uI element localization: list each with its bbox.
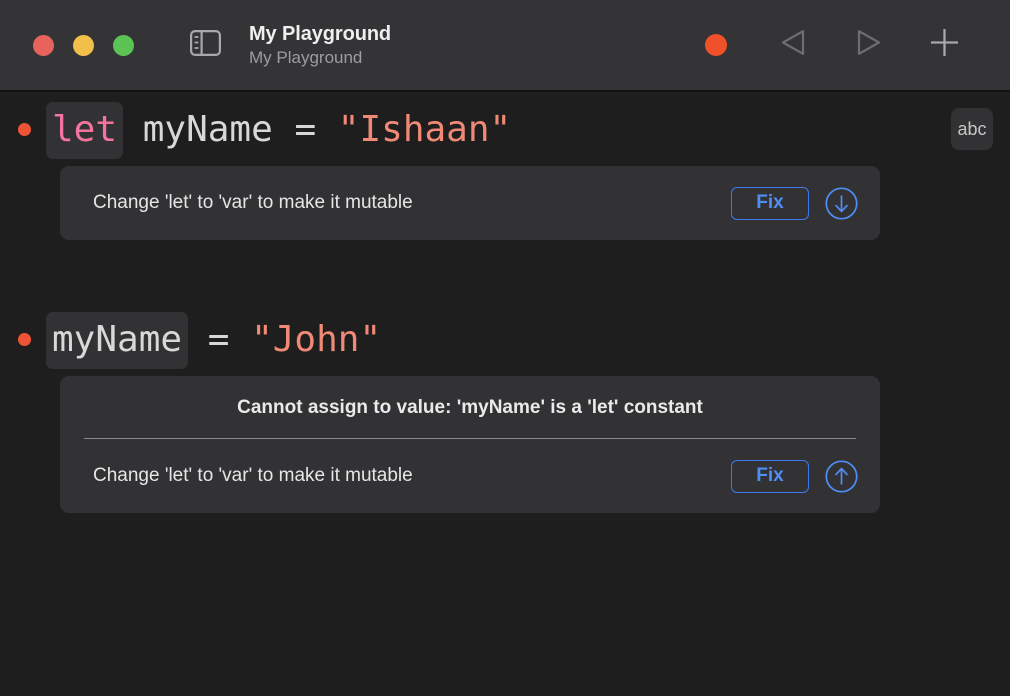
plus-icon: [928, 26, 961, 64]
page-title: My Playground: [249, 23, 391, 46]
arrow-down-circle-icon[interactable]: [825, 187, 858, 220]
traffic-light-group: [33, 35, 134, 56]
code-line-1[interactable]: let myName = "Ishaan" abc: [0, 92, 1010, 166]
triangle-right-icon: [855, 28, 882, 62]
result-type-badge[interactable]: abc: [951, 108, 993, 150]
line-spacer: [0, 240, 1010, 302]
code-token-operator: =: [273, 109, 338, 150]
stop-button[interactable]: [678, 22, 754, 68]
page-subtitle: My Playground: [249, 48, 391, 68]
code-token-keyword: let: [46, 102, 123, 159]
add-button[interactable]: [906, 22, 982, 68]
diagnostic-panel-2: Cannot assign to value: 'myName' is a 'l…: [60, 376, 880, 513]
maximize-window-button[interactable]: [113, 35, 134, 56]
code-line-2[interactable]: myName = "John": [0, 302, 1010, 376]
code-token-identifier: myName: [46, 312, 188, 369]
code-line-2-text: myName = "John": [48, 319, 381, 360]
code-line-1-text: let myName = "Ishaan": [48, 109, 511, 150]
sidebar-toggle-button[interactable]: [188, 31, 222, 59]
toolbar-right-group: [678, 22, 1010, 68]
diagnostic-title: Cannot assign to value: 'myName' is a 'l…: [60, 376, 880, 438]
code-editor[interactable]: let myName = "Ishaan" abc Change 'let' t…: [0, 92, 1010, 696]
document-title-block: My Playground My Playground: [249, 23, 391, 68]
fix-button[interactable]: Fix: [731, 460, 809, 493]
arrow-up-circle-icon[interactable]: [825, 460, 858, 493]
fixit-message: Change 'let' to 'var' to make it mutable: [93, 465, 731, 487]
diagnostic-panel-1: Change 'let' to 'var' to make it mutable…: [60, 166, 880, 240]
fix-button[interactable]: Fix: [731, 187, 809, 220]
error-dot-icon[interactable]: [18, 333, 31, 346]
code-token-string: "Ishaan": [338, 109, 511, 150]
code-token-string: "John": [251, 319, 381, 360]
error-dot-icon[interactable]: [18, 123, 31, 136]
fixit-message: Change 'let' to 'var' to make it mutable: [93, 192, 731, 214]
fixit-row-1: Change 'let' to 'var' to make it mutable…: [60, 166, 880, 240]
minimize-window-button[interactable]: [73, 35, 94, 56]
sidebar-toggle-icon: [190, 30, 221, 61]
triangle-left-icon: [779, 28, 806, 62]
run-button[interactable]: [830, 22, 906, 68]
code-token-operator: =: [186, 319, 251, 360]
back-button[interactable]: [754, 22, 830, 68]
code-token-space: [121, 109, 143, 150]
stop-circle-icon: [705, 34, 727, 56]
playground-window: My Playground My Playground: [0, 0, 1010, 696]
window-toolbar: My Playground My Playground: [0, 0, 1010, 92]
code-token-identifier: myName: [143, 109, 273, 150]
fixit-row-2: Change 'let' to 'var' to make it mutable…: [60, 439, 880, 513]
close-window-button[interactable]: [33, 35, 54, 56]
